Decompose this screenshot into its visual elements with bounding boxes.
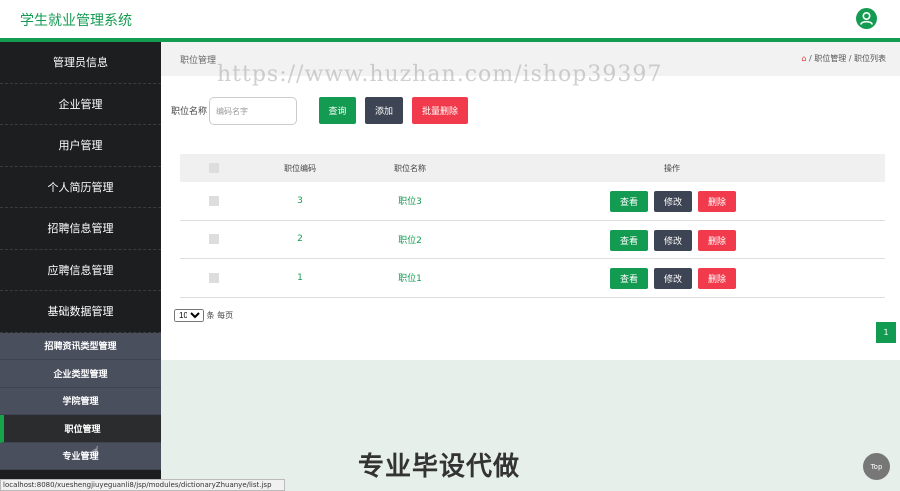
sidebar-item-label: 管理员信息 bbox=[53, 56, 108, 70]
row-checkbox[interactable] bbox=[209, 272, 219, 283]
sidebar-item-recruitment-management[interactable]: 招聘信息管理 bbox=[0, 208, 161, 250]
sidebar-item-user-management[interactable]: 用户管理 bbox=[0, 125, 161, 167]
header-actions: 操作 bbox=[664, 163, 680, 173]
edit-button[interactable]: 修改 bbox=[654, 191, 692, 212]
home-icon[interactable]: ⌂ bbox=[801, 54, 806, 63]
header-name: 职位名称 bbox=[394, 163, 426, 173]
sidebar-item-application-management[interactable]: 应聘信息管理 bbox=[0, 250, 161, 291]
app-title: 学生就业管理系统 bbox=[20, 13, 132, 29]
cell-name: 职位3 bbox=[398, 197, 422, 208]
hand-cursor-icon: ☝ bbox=[92, 444, 100, 458]
sidebar-subitem-label: 招聘资讯类型管理 bbox=[44, 342, 117, 353]
watermark: https://www.huzhan.com/ishop39397 bbox=[217, 62, 663, 87]
view-button[interactable]: 查看 bbox=[610, 191, 648, 212]
back-to-top-button[interactable]: Top bbox=[863, 453, 890, 480]
delete-button[interactable]: 删除 bbox=[698, 229, 736, 251]
sidebar-subitem-company-type[interactable]: 企业类型管理 bbox=[0, 360, 161, 388]
sidebar-item-label: 基础数据管理 bbox=[47, 305, 114, 319]
sidebar-item-admin-info[interactable]: 管理员信息 bbox=[0, 42, 161, 84]
sidebar-item-label: 招聘信息管理 bbox=[47, 222, 114, 236]
edit-button[interactable]: 修改 bbox=[654, 229, 692, 251]
table-header: 职位编码 职位名称 操作 bbox=[180, 154, 885, 182]
sidebar-subitem-label: 企业类型管理 bbox=[53, 369, 108, 380]
page-title: 职位管理 bbox=[180, 56, 217, 66]
cell-code: 3 bbox=[297, 195, 303, 206]
sidebar-item-label: 个人简历管理 bbox=[47, 180, 114, 194]
sidebar-item-label: 应聘信息管理 bbox=[47, 263, 114, 277]
row-checkbox[interactable] bbox=[209, 234, 219, 245]
page-number-button[interactable]: 1 bbox=[876, 322, 896, 343]
table-row: 2 职位2 查看 修改 删除 bbox=[180, 221, 885, 259]
table-row: 1 职位1 查看 修改 删除 bbox=[180, 259, 885, 298]
sidebar-item-label: 企业管理 bbox=[58, 97, 103, 111]
edit-button[interactable]: 修改 bbox=[654, 268, 692, 289]
sidebar-subitem-position[interactable]: 职位管理 bbox=[0, 415, 161, 443]
sidebar-subitem-label: 职位管理 bbox=[64, 424, 101, 435]
top-bar: 学生就业管理系统 bbox=[0, 0, 900, 38]
cell-name: 职位1 bbox=[398, 274, 422, 285]
page-size-select[interactable]: 10 bbox=[174, 309, 204, 322]
search-input[interactable] bbox=[209, 97, 297, 125]
select-all-checkbox[interactable] bbox=[209, 163, 219, 173]
query-button[interactable]: 查询 bbox=[319, 97, 356, 124]
cell-code: 2 bbox=[297, 234, 303, 245]
delete-button[interactable]: 删除 bbox=[698, 191, 736, 212]
view-button[interactable]: 查看 bbox=[610, 268, 648, 289]
view-button[interactable]: 查看 bbox=[610, 229, 648, 251]
batch-delete-button[interactable]: 批量删除 bbox=[412, 97, 468, 124]
breadcrumb-item: 职位列表 bbox=[854, 54, 886, 63]
page-size-control: 10 条 每页 bbox=[174, 309, 233, 322]
sidebar: 管理员信息 企业管理 用户管理 个人简历管理 招聘信息管理 应聘信息管理 基础数… bbox=[0, 42, 161, 491]
sidebar-item-basic-data-management[interactable]: 基础数据管理 bbox=[0, 291, 161, 333]
table-row: 3 职位3 查看 修改 删除 bbox=[180, 182, 885, 221]
sidebar-item-resume-management[interactable]: 个人简历管理 bbox=[0, 167, 161, 208]
promo-overlay-text: 专业毕设代做 bbox=[358, 452, 521, 482]
sidebar-item-label: 用户管理 bbox=[58, 139, 103, 153]
sidebar-item-company-management[interactable]: 企业管理 bbox=[0, 84, 161, 125]
sidebar-subitem-news-type[interactable]: 招聘资讯类型管理 bbox=[0, 332, 161, 360]
header-code: 职位编码 bbox=[284, 163, 316, 173]
row-checkbox[interactable] bbox=[209, 195, 219, 206]
cell-code: 1 bbox=[297, 272, 303, 283]
breadcrumb: ⌂ / 职位管理 / 职位列表 bbox=[801, 54, 886, 63]
sidebar-subitem-label: 学院管理 bbox=[62, 397, 99, 408]
delete-button[interactable]: 删除 bbox=[698, 268, 736, 289]
cell-name: 职位2 bbox=[398, 235, 422, 246]
per-page-label: 条 每页 bbox=[206, 311, 234, 320]
add-button[interactable]: 添加 bbox=[365, 97, 403, 124]
user-icon[interactable] bbox=[856, 8, 877, 29]
sidebar-subitem-college[interactable]: 学院管理 bbox=[0, 387, 161, 415]
search-label: 职位名称 bbox=[171, 107, 208, 117]
sidebar-subitem-major[interactable]: 专业管理 bbox=[0, 442, 161, 470]
position-table: 职位编码 职位名称 操作 3 职位3 查看 修改 删除 2 职位2 查看 修改 … bbox=[180, 154, 885, 298]
status-bar-url: localhost:8080/xueshengjiuyeguanli8/jsp/… bbox=[0, 479, 285, 491]
breadcrumb-item[interactable]: 职位管理 bbox=[814, 54, 846, 63]
